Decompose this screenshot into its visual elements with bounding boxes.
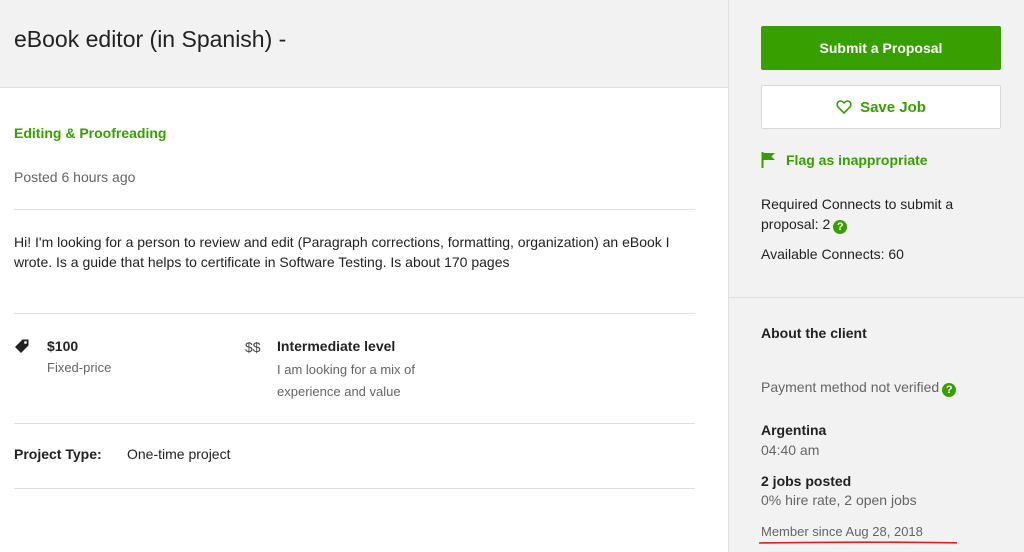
title-bar: eBook editor (in Spanish) - (0, 0, 728, 88)
job-description: Hi! I'm looking for a person to review a… (14, 234, 670, 270)
price-tag-icon (15, 339, 29, 353)
flag-label: Flag as inappropriate (786, 152, 928, 168)
question-circle-icon[interactable]: ? (942, 383, 957, 397)
job-sidebar: Submit a Proposal Save Job Flag as inapp… (728, 0, 1024, 552)
price-type: Fixed-price (47, 360, 112, 375)
client-member-since: Member since Aug 28, 2018 (761, 524, 923, 539)
save-job-label: Save Job (860, 98, 926, 116)
question-circle-icon[interactable]: ? (833, 220, 848, 234)
project-type-value: One-time project (127, 446, 231, 462)
job-title: eBook editor (in Spanish) - (14, 26, 287, 52)
job-details-panel: eBook editor (in Spanish) - Editing & Pr… (0, 0, 728, 552)
about-client-heading: About the client (761, 325, 867, 341)
flag-icon (761, 152, 775, 168)
divider (14, 423, 695, 424)
client-hire-info: 0% hire rate, 2 open jobs (761, 492, 917, 508)
divider (14, 209, 695, 210)
flag-inappropriate-link[interactable]: Flag as inappropriate (761, 152, 928, 168)
divider (14, 313, 695, 314)
project-type-label: Project Type: (14, 446, 102, 462)
experience-level-icon: $$ (245, 339, 261, 355)
save-job-button[interactable]: Save Job (761, 85, 1001, 129)
client-jobs-posted: 2 jobs posted (761, 473, 852, 489)
client-local-time: 04:40 am (761, 442, 820, 458)
available-connects: Available Connects: 60 (761, 246, 904, 262)
posted-time: Posted 6 hours ago (14, 169, 136, 185)
submit-proposal-button[interactable]: Submit a Proposal (761, 26, 1001, 70)
divider (729, 297, 1024, 298)
required-connects: Required Connects to submit a proposal: … (761, 194, 1001, 234)
payment-status: Payment method not verified? (761, 379, 957, 397)
payment-status-text: Payment method not verified (761, 379, 940, 395)
red-underline-annotation (759, 541, 957, 544)
experience-level-description: I am looking for a mix of experience and… (277, 362, 415, 399)
divider (14, 488, 695, 489)
experience-level: Intermediate level (277, 338, 396, 354)
job-price: $100 (47, 338, 79, 354)
heart-icon (836, 100, 852, 114)
job-category-link[interactable]: Editing & Proofreading (14, 125, 166, 141)
client-country: Argentina (761, 422, 827, 438)
required-connects-text: Required Connects to submit a proposal: … (761, 196, 954, 232)
